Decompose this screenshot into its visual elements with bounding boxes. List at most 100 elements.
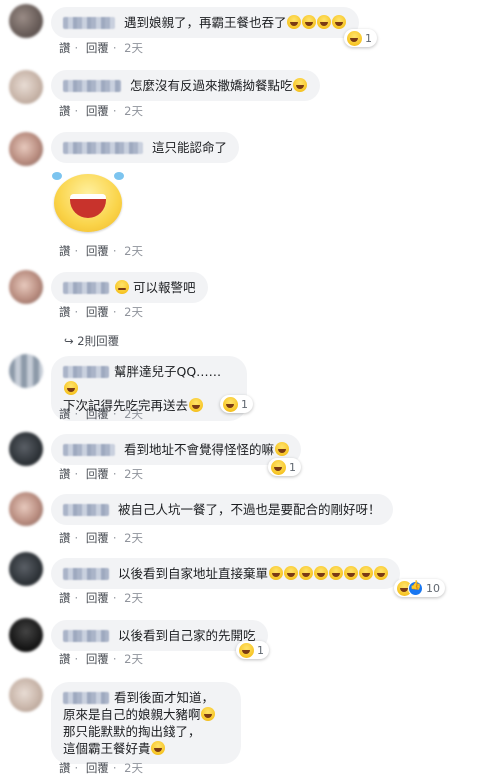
timestamp[interactable]: 2天 [124, 531, 143, 545]
comment-bubble: 看到後面才知道， 原來是自己的娘親大豬啊 那只能默默的掏出錢了， 這個霸王餐好貴 [51, 682, 241, 764]
commenter-name[interactable] [63, 568, 109, 580]
comment-bubble: 這只能認命了 [51, 132, 239, 163]
reaction-summary[interactable]: 1 [236, 641, 269, 659]
reaction-summary[interactable]: 10 [394, 579, 445, 597]
comment-actions: 讚 · 回覆 · 2天 [59, 244, 143, 258]
like-action[interactable]: 讚 [59, 761, 71, 775]
laughing-tears-icon [274, 442, 289, 456]
comment-bubble: 以後看到自家地址直接棄單 [51, 558, 400, 589]
comment-text-line: 那只能默默的掏出錢了， [63, 724, 201, 739]
laughing-tears-icon [238, 642, 254, 658]
laughing-sticker-icon [50, 172, 126, 234]
avatar[interactable] [9, 70, 43, 104]
avatar[interactable] [9, 354, 43, 388]
comment-actions: 讚 · 回覆 · 2天 [59, 467, 143, 481]
laughing-tears-icon [287, 15, 301, 29]
reaction-summary[interactable]: 1 [268, 458, 301, 476]
timestamp[interactable]: 2天 [124, 407, 143, 421]
comment-actions: 讚 · 回覆 · 2天 [59, 407, 143, 421]
comment-bubble: 怎麼沒有反過來撒嬌拗餐點吃 [51, 70, 320, 101]
laughing-tears-icon [358, 566, 373, 580]
comment-bubble: 看到地址不會覺得怪怪的嘛 [51, 434, 301, 465]
laughing-tears-icon [63, 381, 78, 395]
like-action[interactable]: 讚 [59, 467, 71, 481]
laughing-tears-icon [332, 15, 346, 29]
avatar[interactable] [9, 270, 43, 304]
timestamp[interactable]: 2天 [124, 305, 143, 319]
avatar[interactable] [9, 678, 43, 712]
comment-text: 被自己人坑一餐了，不過也是要配合的剛好呀！ [117, 502, 381, 517]
laughing-tears-icon [283, 566, 298, 580]
like-action[interactable]: 讚 [59, 244, 71, 258]
avatar[interactable] [9, 618, 43, 652]
like-action[interactable]: 讚 [59, 104, 71, 118]
comment-text: 看到地址不會覺得怪怪的嘛 [123, 442, 274, 457]
reply-action[interactable]: 回覆 [86, 467, 109, 481]
comment-actions: 讚 · 回覆 · 2天 [59, 531, 143, 545]
view-replies-link[interactable]: ↪ 2則回覆 [64, 333, 119, 349]
reaction-summary[interactable]: 1 [220, 395, 253, 413]
comment-text: 怎麼沒有反過來撒嬌拗餐點吃 [129, 78, 293, 93]
comment-text: 這只能認命了 [151, 140, 227, 155]
timestamp[interactable]: 2天 [124, 591, 143, 605]
avatar[interactable] [9, 4, 43, 38]
like-action[interactable]: 讚 [59, 305, 71, 319]
timestamp[interactable]: 2天 [124, 41, 143, 55]
comment-text: 可以報警吧 [132, 280, 196, 295]
laughing-tears-icon [293, 78, 307, 92]
like-action[interactable]: 讚 [59, 407, 71, 421]
comment-text: 以後看到自己家的先開吃 [117, 628, 256, 643]
like-action[interactable]: 讚 [59, 652, 71, 666]
reaction-summary[interactable]: 1 [344, 29, 377, 47]
timestamp[interactable]: 2天 [124, 244, 143, 258]
reply-action[interactable]: 回覆 [86, 652, 109, 666]
laughing-tears-icon [313, 566, 328, 580]
commenter-name[interactable] [63, 80, 121, 92]
like-action[interactable]: 讚 [59, 41, 71, 55]
reply-action[interactable]: 回覆 [86, 41, 109, 55]
avatar[interactable] [9, 492, 43, 526]
laughing-tears-icon [302, 15, 316, 29]
comment-bubble: 可以報警吧 [51, 272, 208, 303]
reply-action[interactable]: 回覆 [86, 591, 109, 605]
commenter-name[interactable] [63, 17, 115, 29]
comment-actions: 讚 · 回覆 · 2天 [59, 104, 143, 118]
reply-action[interactable]: 回覆 [86, 531, 109, 545]
like-icon [408, 580, 423, 596]
reply-action[interactable]: 回覆 [86, 104, 109, 118]
reply-action[interactable]: 回覆 [86, 761, 109, 775]
commenter-name[interactable] [63, 692, 109, 704]
comment-text: 遇到娘親了，再霸王餐也吞了 [123, 15, 287, 30]
commenter-name[interactable] [63, 282, 109, 294]
timestamp[interactable]: 2天 [124, 467, 143, 481]
comment-actions: 讚 · 回覆 · 2天 [59, 652, 143, 666]
avatar[interactable] [9, 132, 43, 166]
timestamp[interactable]: 2天 [124, 104, 143, 118]
laughing-tears-icon [328, 566, 343, 580]
avatar[interactable] [9, 432, 43, 466]
laughing-tears-icon [222, 396, 238, 412]
reply-action[interactable]: 回覆 [86, 407, 109, 421]
laughing-tears-icon [268, 566, 283, 580]
comment-bubble: 被自己人坑一餐了，不過也是要配合的剛好呀！ [51, 494, 393, 525]
comment-text-line: 這個霸王餐好貴 [63, 741, 151, 756]
comment-bubble: 以後看到自己家的先開吃 [51, 620, 268, 651]
laughing-tears-icon [270, 459, 286, 475]
laughing-tears-icon [346, 30, 362, 46]
commenter-name[interactable] [63, 366, 109, 378]
smile-icon [188, 398, 203, 412]
like-action[interactable]: 讚 [59, 591, 71, 605]
commenter-name[interactable] [63, 142, 143, 154]
commenter-name[interactable] [63, 444, 115, 456]
commenter-name[interactable] [63, 504, 109, 516]
comment-bubble: 遇到娘親了，再霸王餐也吞了 [51, 7, 359, 38]
comment-actions: 讚 · 回覆 · 2天 [59, 41, 143, 55]
avatar[interactable] [9, 552, 43, 586]
reply-action[interactable]: 回覆 [86, 305, 109, 319]
reply-action[interactable]: 回覆 [86, 244, 109, 258]
laughing-tears-icon [343, 566, 358, 580]
commenter-name[interactable] [63, 630, 109, 642]
timestamp[interactable]: 2天 [124, 652, 143, 666]
like-action[interactable]: 讚 [59, 531, 71, 545]
timestamp[interactable]: 2天 [124, 761, 143, 775]
